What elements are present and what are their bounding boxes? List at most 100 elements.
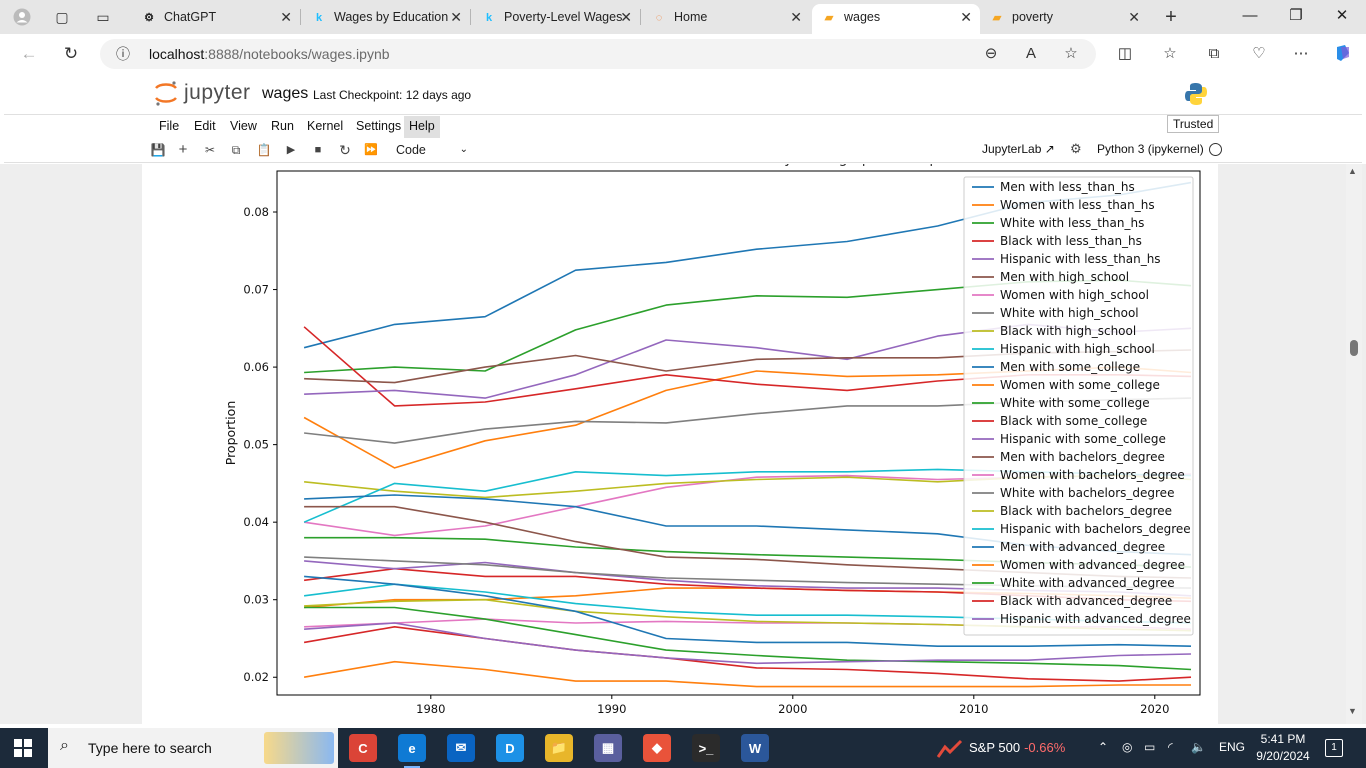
close-tab-icon[interactable]: ✕ (1128, 4, 1140, 30)
menu-edit[interactable]: Edit (189, 116, 221, 138)
settings-more-icon[interactable]: ⋯ (1290, 43, 1312, 65)
windows-taskbar: ⌕ Type here to search Ce ✉ D 📁 ▦ ◆ >_ W S&P 500… (0, 728, 1366, 768)
profile-icon[interactable] (12, 7, 32, 27)
legend-label-1: Men with less_than_hs (1000, 180, 1135, 194)
save-icon[interactable]: 💾 (149, 141, 167, 159)
run-icon[interactable]: ▶ (282, 141, 300, 159)
notification-icon[interactable]: 1 (1325, 739, 1343, 757)
docker-icon[interactable]: D (496, 734, 524, 762)
paste-icon[interactable]: 📋 (255, 141, 273, 159)
tab-title: Wages by Education (334, 10, 449, 24)
mail-icon[interactable]: ✉ (447, 734, 475, 762)
terminal-icon[interactable]: >_ (692, 734, 720, 762)
restore-icon[interactable]: ❐ (1286, 6, 1306, 26)
y-tick-label: 0.08 (243, 205, 269, 219)
word-icon[interactable]: W (741, 734, 769, 762)
x-tick-label: 2000 (778, 702, 807, 716)
browser-tab-5[interactable]: ▰ wages ✕ (812, 4, 980, 34)
cell-type-dropdown[interactable]: Code ⌄ (394, 141, 470, 159)
jupyter-file-icon: ▰ (824, 12, 834, 24)
y-tick-label: 0.06 (243, 360, 269, 374)
search-highlight-icon (264, 732, 334, 764)
browser-tab-4[interactable]: ◌ Home ✕ (642, 4, 810, 34)
gear-icon[interactable]: ⚙ (1070, 141, 1082, 157)
taskbar-search-box[interactable]: ⌕ Type here to search (48, 728, 338, 768)
menu-help[interactable]: Help (404, 116, 440, 138)
tab-actions-icon[interactable]: ▭ (93, 7, 113, 27)
favorites-icon[interactable]: ☆ (1159, 43, 1181, 65)
kernel-name[interactable]: Python 3 (ipykernel) (1097, 142, 1204, 156)
chevron-up-icon[interactable]: ⌃ (1098, 740, 1108, 754)
y-axis-label: Proportion (223, 401, 238, 466)
legend-label-7: Women with high_school (1000, 288, 1149, 302)
close-tab-icon[interactable]: ✕ (620, 4, 632, 30)
stop-icon[interactable]: ■ (309, 141, 327, 159)
insert-cell-icon[interactable]: + (174, 141, 192, 159)
taskbar-clock[interactable]: 5:41 PM 9/20/2024 (1255, 731, 1311, 765)
copilot-icon[interactable] (1332, 43, 1354, 65)
workspaces-icon[interactable]: ▢ (52, 7, 72, 27)
legend-label-13: White with some_college (1000, 396, 1150, 410)
close-window-icon[interactable]: ✕ (1332, 6, 1352, 26)
clock-time: 5:41 PM (1260, 732, 1306, 746)
copy-icon[interactable]: ⧉ (227, 141, 245, 159)
back-icon[interactable]: ← (18, 43, 40, 65)
legend-label-3: White with less_than_hs (1000, 216, 1144, 230)
minimize-icon[interactable]: — (1240, 6, 1260, 26)
notebook-title[interactable]: wages (262, 85, 308, 103)
favorite-star-icon[interactable]: ☆ (1060, 43, 1082, 65)
stock-name: S&P 500 (969, 740, 1021, 755)
cut-icon[interactable]: ✂ (201, 141, 219, 159)
language-indicator[interactable]: ENG (1219, 740, 1245, 754)
performance-icon[interactable]: ♡ (1248, 43, 1270, 65)
jupyter-logo[interactable]: jupyter (154, 78, 254, 108)
scrollbar-thumb[interactable] (1350, 340, 1358, 356)
legend-label-24: Black with advanced_degree (1000, 594, 1172, 608)
browser-tab-3[interactable]: k Poverty-Level Wages ✕ (472, 4, 640, 34)
windows-start-icon[interactable] (14, 739, 32, 757)
legend-label-21: Men with advanced_degree (1000, 540, 1165, 554)
trusted-badge[interactable]: Trusted (1167, 115, 1220, 133)
close-tab-icon[interactable]: ✕ (960, 4, 972, 30)
browser-tab-6[interactable]: ▰ poverty ✕ (980, 4, 1148, 34)
menu-view[interactable]: View (225, 116, 262, 138)
scroll-down-icon[interactable]: ▼ (1348, 706, 1357, 716)
menu-run[interactable]: Run (266, 116, 299, 138)
page-scrollbar[interactable] (1346, 164, 1362, 724)
battery-icon[interactable]: ▭ (1144, 740, 1155, 754)
split-screen-icon[interactable]: ◫ (1114, 43, 1136, 65)
jupyterlab-link[interactable]: JupyterLab ↗ (982, 142, 1055, 156)
browser-tab-2[interactable]: k Wages by Education ✕ (302, 4, 470, 34)
volume-icon[interactable]: 🔈 (1191, 740, 1206, 754)
close-tab-icon[interactable]: ✕ (790, 4, 802, 30)
edge-icon[interactable]: e (398, 734, 426, 768)
site-info-icon[interactable]: ⓘ (112, 43, 134, 65)
browser-tab-1[interactable]: ⚙ ChatGPT ✕ (132, 4, 300, 34)
refresh-icon[interactable]: ↻ (60, 43, 82, 65)
url-field[interactable]: ⓘ localhost:8888/notebooks/wages.ipynb ⊖… (100, 39, 1096, 69)
legend-label-5: Hispanic with less_than_hs (1000, 252, 1161, 266)
menu-file[interactable]: File (154, 116, 184, 138)
kaggle-icon: k (315, 12, 323, 24)
calculator-icon[interactable]: ▦ (594, 734, 622, 762)
read-aloud-icon[interactable]: A (1020, 43, 1042, 65)
tab-title: poverty (1012, 10, 1053, 24)
run-all-icon[interactable]: ⏩ (362, 141, 380, 159)
menu-settings[interactable]: Settings (351, 116, 406, 138)
menu-kernel[interactable]: Kernel (302, 116, 348, 138)
chrome-icon[interactable]: C (349, 734, 377, 762)
file-explorer-icon[interactable]: 📁 (545, 734, 573, 762)
restart-icon[interactable]: ↻ (336, 141, 354, 159)
collections-icon[interactable]: ⧉ (1203, 43, 1225, 65)
y-tick-label: 0.04 (243, 515, 269, 529)
close-tab-icon[interactable]: ✕ (280, 4, 292, 30)
meet-now-icon[interactable]: ◎ (1122, 740, 1132, 754)
git-icon[interactable]: ◆ (643, 734, 671, 762)
zoom-icon[interactable]: ⊖ (980, 43, 1002, 65)
close-tab-icon[interactable]: ✕ (450, 4, 462, 30)
new-tab-icon[interactable]: + (1161, 6, 1181, 28)
y-tick-label: 0.03 (243, 593, 269, 607)
wifi-icon[interactable]: ◜ (1168, 740, 1173, 754)
stock-ticker[interactable]: S&P 500 -0.66% (969, 740, 1065, 755)
scroll-up-icon[interactable]: ▲ (1348, 166, 1357, 176)
